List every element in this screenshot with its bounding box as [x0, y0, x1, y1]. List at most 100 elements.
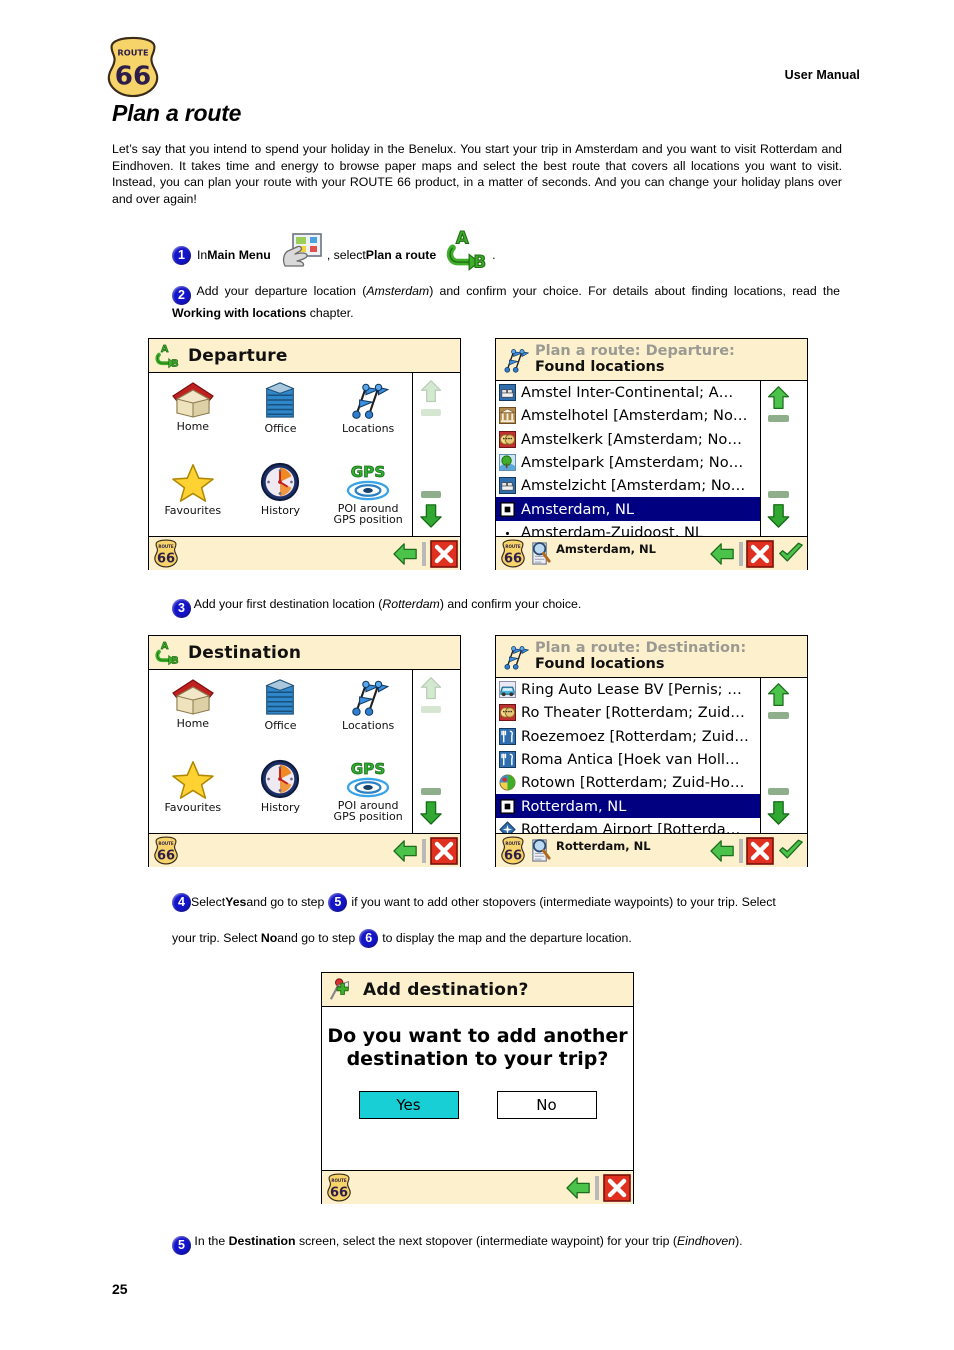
found-locations-footer-toolbar: Rotterdam, NL — [496, 833, 807, 867]
list-item[interactable]: Ring Auto Lease BV [Pernis; … — [496, 678, 760, 701]
close-x-icon[interactable] — [430, 837, 458, 865]
menu-item-history[interactable]: History — [237, 752, 325, 834]
menu-item-office[interactable]: Office — [237, 373, 325, 455]
back-arrow-icon[interactable] — [392, 542, 420, 566]
city-icon — [499, 501, 516, 518]
found-locations-title-bar: Plan a route: Departure: Found locations — [496, 339, 807, 381]
step-4-text-e: to display the map and the departure loc… — [382, 931, 632, 945]
back-arrow-icon[interactable] — [392, 839, 420, 863]
back-arrow-icon[interactable] — [565, 1176, 593, 1200]
route-ab-icon — [155, 343, 181, 369]
step-5-text-c: ). — [735, 1234, 743, 1248]
screenshot-destination-menu: Destination Home Office Locations Favour… — [148, 635, 461, 867]
found-locations-scrollbar[interactable] — [761, 381, 796, 536]
scroll-up-icon[interactable] — [766, 385, 791, 412]
menu-item-label: Office — [264, 719, 297, 732]
found-locations-title-bar: Plan a route: Destination: Found locatio… — [496, 636, 807, 678]
departure-scrollbar[interactable] — [413, 373, 449, 536]
found-locations-scrollbar[interactable] — [761, 678, 796, 833]
scroll-down-icon[interactable] — [419, 798, 443, 826]
departure-location-list[interactable]: Amstel Inter-Continental; A… Amstelhotel… — [496, 381, 761, 544]
list-item[interactable]: Rotown [Rotterdam; Zuid-Ho… — [496, 771, 760, 794]
list-item[interactable]: Amstelzicht [Amsterdam; No… — [496, 474, 760, 497]
route66-logo-icon[interactable] — [500, 836, 526, 865]
poi-globe-icon — [499, 774, 516, 791]
route66-logo-icon[interactable] — [326, 1173, 352, 1202]
search-doc-icon[interactable] — [529, 837, 552, 864]
found-locations-title-line1: Plan a route: Destination: — [535, 640, 747, 657]
house-icon — [169, 676, 217, 716]
menu-item-history[interactable]: History — [237, 455, 325, 537]
menu-item-locations[interactable]: Locations — [324, 373, 412, 455]
scroll-down-icon[interactable] — [766, 501, 791, 529]
menu-item-locations[interactable]: Locations — [324, 670, 412, 752]
step-3-number: 3 — [172, 599, 191, 618]
step-1-text-b: , select — [326, 247, 366, 262]
menu-item-favourites[interactable]: Favourites — [149, 752, 237, 834]
screenshot-departure-found-locations: Plan a route: Departure: Found locations… — [495, 338, 808, 570]
list-item[interactable]: Ro Theater [Rotterdam; Zuid… — [496, 701, 760, 724]
step-4-bold-yes: Yes — [225, 895, 247, 909]
restaurant-icon — [499, 728, 516, 745]
no-button[interactable]: No — [496, 1091, 597, 1119]
destination-location-list[interactable]: Ring Auto Lease BV [Pernis; … Ro Theater… — [496, 678, 761, 841]
list-item-label: Amstelkerk [Amsterdam; No… — [521, 430, 742, 448]
list-item[interactable]: Amstelhotel [Amsterdam; No… — [496, 404, 760, 427]
destination-title-bar: Destination — [149, 636, 460, 670]
list-item-selected[interactable]: Amsterdam, NL — [496, 497, 760, 521]
step-3-italic-rotterdam: Rotterdam — [382, 597, 440, 611]
step-4-text-a: Select — [191, 895, 226, 909]
list-item-label: Amstel Inter-Continental; A… — [521, 384, 734, 402]
route66-logo-icon[interactable] — [153, 539, 179, 568]
search-doc-icon[interactable] — [529, 540, 552, 567]
list-item[interactable]: Roma Antica [Hoek van Holl… — [496, 748, 760, 771]
departure-menu-grid: Home Office Locations Favourites History — [149, 373, 413, 536]
user-manual-label: User Manual — [784, 68, 860, 82]
menu-item-home[interactable]: Home — [149, 373, 237, 455]
destination-scrollbar[interactable] — [413, 670, 449, 833]
clock-icon — [259, 461, 301, 503]
museum-icon — [499, 407, 516, 424]
list-item[interactable]: Amstelkerk [Amsterdam; No… — [496, 428, 760, 451]
toolbar-divider — [595, 1175, 599, 1200]
list-item-selected[interactable]: Rotterdam, NL — [496, 794, 760, 818]
step-3-text-b: ) and confirm your choice. — [439, 597, 582, 611]
check-icon[interactable] — [777, 541, 805, 566]
theatre-icon — [499, 704, 516, 721]
step-4-text-d: and go to step — [277, 931, 356, 945]
route66-logo-icon[interactable] — [153, 836, 179, 865]
scroll-down-icon[interactable] — [766, 798, 791, 826]
scroll-down-icon[interactable] — [419, 501, 443, 529]
close-x-icon[interactable] — [746, 540, 774, 568]
close-x-icon[interactable] — [746, 837, 774, 865]
car-icon — [499, 681, 516, 698]
menu-item-label: History — [260, 503, 301, 517]
step-5-italic-eindhoven: Eindhoven — [676, 1234, 736, 1248]
menu-item-favourites[interactable]: Favourites — [149, 455, 237, 537]
scroll-up-icon[interactable] — [419, 676, 443, 702]
scroll-thumb-top — [421, 706, 441, 713]
menu-item-home[interactable]: Home — [149, 670, 237, 752]
star-icon — [170, 461, 216, 503]
back-arrow-icon[interactable] — [709, 839, 737, 863]
gps-icon — [343, 461, 393, 501]
list-item[interactable]: Roezemoez [Rotterdam; Zuid… — [496, 725, 760, 748]
menu-item-office[interactable]: Office — [237, 670, 325, 752]
route66-logo-icon — [104, 36, 162, 98]
list-item[interactable]: Amstel Inter-Continental; A… — [496, 381, 760, 404]
yes-button[interactable]: Yes — [358, 1091, 459, 1119]
close-x-icon[interactable] — [430, 540, 458, 568]
scroll-up-icon[interactable] — [419, 379, 443, 405]
step-3: 3 Add your first destination location (R… — [172, 596, 840, 618]
menu-item-poi-around-gps[interactable]: POI around GPS position — [324, 455, 412, 537]
check-icon[interactable] — [777, 838, 805, 863]
close-x-icon[interactable] — [603, 1174, 631, 1202]
step-1-text-c: . — [492, 247, 496, 262]
route66-logo-icon[interactable] — [500, 539, 526, 568]
step-4-text-c: if you want to add other stopovers (inte… — [351, 895, 776, 909]
list-item[interactable]: Amstelpark [Amsterdam; No… — [496, 451, 760, 474]
destination-menu-grid: Home Office Locations Favourites History — [149, 670, 413, 833]
menu-item-poi-around-gps[interactable]: POI around GPS position — [324, 752, 412, 834]
scroll-up-icon[interactable] — [766, 682, 791, 709]
back-arrow-icon[interactable] — [709, 542, 737, 566]
